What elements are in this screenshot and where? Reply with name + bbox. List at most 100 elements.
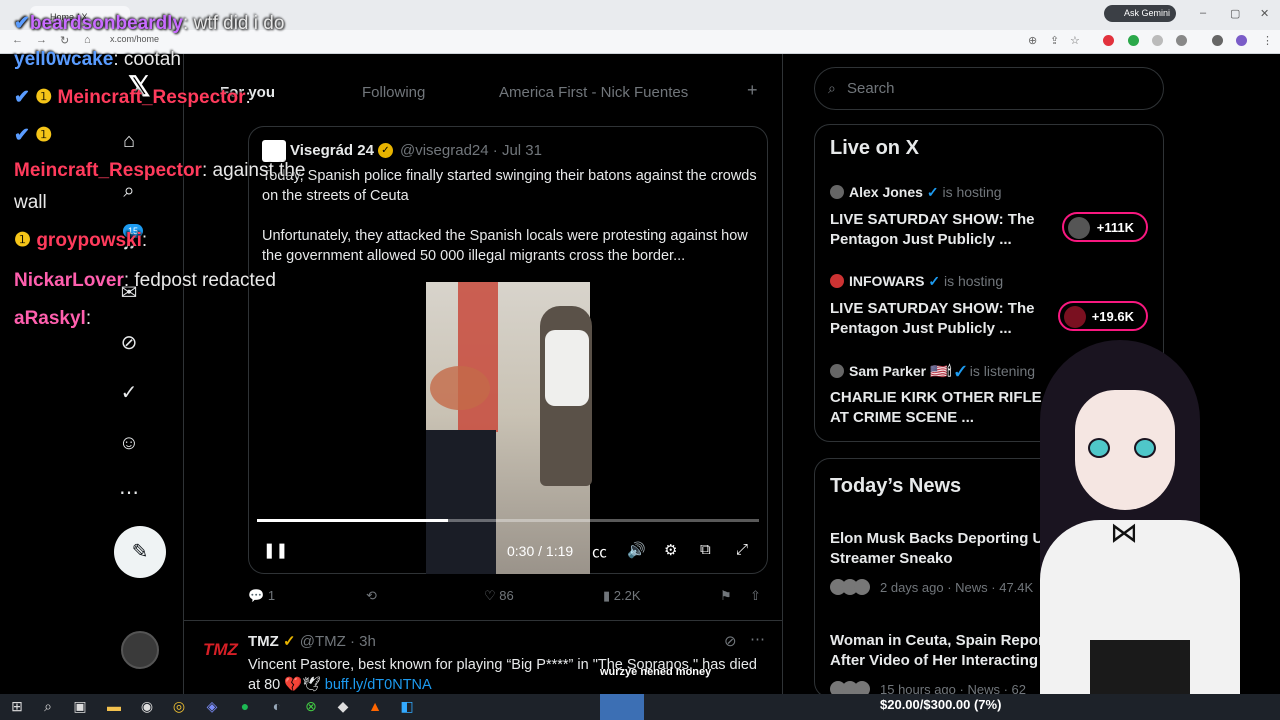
visegrad-avatar bbox=[262, 140, 286, 162]
xbox-icon[interactable]: ⊗ bbox=[302, 697, 320, 715]
search-icon[interactable]: ⌕ bbox=[39, 697, 57, 715]
listener-count-pill[interactable]: +19.6K bbox=[1058, 301, 1148, 331]
more-circle-icon[interactable]: ⋯ bbox=[116, 480, 142, 506]
compose-post-button[interactable]: ✎ bbox=[114, 526, 166, 578]
chat-badges: ✔ ❶ bbox=[14, 125, 53, 146]
news-headline[interactable]: Woman in Ceuta, Spain Report After Video… bbox=[830, 631, 1070, 671]
like-button[interactable]: ♡ 86 bbox=[484, 588, 514, 604]
task-view-icon[interactable]: ▣ bbox=[71, 697, 89, 715]
live-title[interactable]: CHARLIE KIRK OTHER RIFLE AT CRIME SCENE … bbox=[830, 388, 1060, 428]
verified-icon[interactable]: ✓ bbox=[116, 380, 142, 406]
avatar bbox=[1064, 306, 1086, 328]
video-scene bbox=[545, 330, 589, 406]
chat-message: NickarLover: fedpost redacted bbox=[14, 270, 276, 291]
timeline-tabs: For you Following America First - Nick F… bbox=[184, 58, 782, 110]
more-icon[interactable]: ⋮ bbox=[1262, 34, 1273, 47]
avatar bbox=[830, 274, 844, 288]
share-icon[interactable]: ⇧ bbox=[750, 588, 761, 604]
tab-america-first[interactable]: America First - Nick Fuentes bbox=[499, 84, 688, 101]
extensions-puzzle-icon[interactable] bbox=[1176, 35, 1187, 46]
menu-icon[interactable] bbox=[1212, 35, 1223, 46]
home-icon[interactable]: ⌂ bbox=[84, 34, 91, 46]
avatar bbox=[854, 579, 870, 595]
bookmark-icon[interactable]: ⚑ bbox=[720, 588, 732, 604]
windows-start-icon[interactable]: ⊞ bbox=[8, 697, 26, 715]
home-nav-icon[interactable]: ⌂ bbox=[116, 128, 142, 154]
vtuber-eye bbox=[1088, 438, 1110, 458]
settings-gear-icon[interactable]: ⚙ bbox=[664, 541, 677, 559]
app-icon[interactable]: ◉ bbox=[138, 697, 156, 715]
news-headline[interactable]: Elon Musk Backs Deporting U.S. Streamer … bbox=[830, 529, 1070, 569]
minimize-icon[interactable]: – bbox=[1200, 7, 1206, 19]
video-scene bbox=[426, 430, 496, 574]
listener-count-pill[interactable]: +111K bbox=[1062, 212, 1148, 242]
zoom-icon[interactable]: ⊕ bbox=[1028, 34, 1037, 47]
captions-icon[interactable]: ㏄ bbox=[592, 541, 607, 562]
steam-icon[interactable]: ◐ bbox=[268, 697, 286, 715]
spotify-icon[interactable]: ● bbox=[236, 697, 254, 715]
tmz-author-name[interactable]: TMZ ✓ @TMZ · 3h bbox=[248, 632, 376, 650]
fullscreen-icon[interactable]: ⤢ bbox=[736, 541, 748, 558]
volume-icon[interactable]: 🔊 bbox=[627, 541, 646, 559]
extension-icon[interactable] bbox=[1152, 35, 1163, 46]
live-card-title: Live on X bbox=[830, 137, 919, 159]
views-button[interactable]: ▮ 2.2K bbox=[603, 588, 641, 604]
brave-icon[interactable]: ▲ bbox=[366, 697, 384, 715]
live-title[interactable]: LIVE SATURDAY SHOW: The Pentagon Just Pu… bbox=[830, 299, 1060, 339]
vtuber-corset bbox=[1090, 640, 1190, 700]
avatar bbox=[830, 185, 844, 199]
quoted-text-2: Unfortunately, they attacked the Spanish… bbox=[262, 228, 748, 264]
discord-icon[interactable]: ◈ bbox=[203, 697, 221, 715]
file-explorer-icon[interactable]: ▬ bbox=[105, 697, 123, 715]
more-options-icon[interactable]: ⋯ bbox=[750, 630, 765, 648]
reply-button[interactable]: 💬 1 bbox=[248, 588, 275, 604]
vtuber-eye bbox=[1134, 438, 1156, 458]
avatar bbox=[830, 364, 844, 378]
ask-gemini-button[interactable]: Ask Gemini bbox=[1104, 5, 1176, 22]
forward-icon[interactable]: → bbox=[36, 34, 47, 46]
grok-icon[interactable]: ⊘ bbox=[116, 330, 142, 356]
quoted-author-handle: @visegrad24 · Jul 31 bbox=[400, 142, 542, 159]
reload-icon[interactable]: ↻ bbox=[60, 34, 69, 47]
extension-icon[interactable] bbox=[1128, 35, 1139, 46]
add-tab-button[interactable]: + bbox=[747, 80, 758, 101]
profile-icon[interactable] bbox=[1236, 35, 1247, 46]
live-title[interactable]: LIVE SATURDAY SHOW: The Pentagon Just Pu… bbox=[830, 210, 1060, 250]
grok-icon[interactable]: ⊘ bbox=[724, 632, 737, 650]
sub-note: wurzye nened money bbox=[600, 666, 712, 678]
taskbar-highlight bbox=[600, 694, 644, 720]
repost-icon[interactable]: ⟲ bbox=[366, 588, 377, 604]
chrome-icon[interactable]: ◎ bbox=[170, 697, 188, 715]
extension-icon[interactable] bbox=[1103, 35, 1114, 46]
live-host[interactable]: INFOWARS ✓ is hosting bbox=[830, 273, 1003, 290]
close-icon[interactable]: ✕ bbox=[1260, 7, 1269, 20]
chat-message: yell0wcake: cootah bbox=[14, 49, 181, 70]
divider bbox=[184, 620, 782, 621]
vtuber-bow-icon: ⋈ bbox=[1110, 517, 1138, 548]
picture-in-picture-icon[interactable]: ⧉ bbox=[700, 541, 711, 558]
quoted-text-1: Today, Spanish police finally started sw… bbox=[262, 168, 757, 204]
profile-icon[interactable]: ☺ bbox=[116, 430, 142, 456]
tab-following[interactable]: Following bbox=[362, 84, 425, 101]
search-input[interactable]: Search bbox=[847, 80, 895, 97]
quoted-author-name[interactable]: Visegrád 24 bbox=[290, 142, 374, 159]
avatar bbox=[1068, 217, 1090, 239]
share-icon[interactable]: ⇪ bbox=[1050, 34, 1059, 47]
video-scene bbox=[430, 366, 490, 410]
bookmark-star-icon[interactable]: ☆ bbox=[1070, 34, 1080, 47]
pause-icon[interactable]: ❚❚ bbox=[263, 541, 288, 559]
verified-badge-icon: ✓ bbox=[378, 143, 393, 158]
restore-icon[interactable]: ▢ bbox=[1230, 7, 1240, 20]
post-link[interactable]: buff.ly/dT0NTNA bbox=[325, 677, 432, 693]
live-host[interactable]: Alex Jones ✓ is hosting bbox=[830, 184, 1002, 201]
donation-goal: $20.00/$300.00 (7%) bbox=[880, 697, 1002, 712]
app-icon[interactable]: ◆ bbox=[334, 697, 352, 715]
address-bar[interactable]: x.com/home bbox=[110, 34, 159, 44]
tmz-avatar[interactable]: TMZ bbox=[203, 640, 238, 660]
chat-message: aRaskyl: bbox=[14, 308, 92, 329]
live-host[interactable]: Sam Parker 🇺🇸🕯 ✓ is listening bbox=[830, 363, 1035, 380]
account-avatar[interactable] bbox=[121, 631, 159, 669]
chat-message: ❶ groypowski: bbox=[14, 230, 148, 251]
back-icon[interactable]: ← bbox=[12, 34, 23, 46]
vscode-icon[interactable]: ◧ bbox=[398, 697, 416, 715]
